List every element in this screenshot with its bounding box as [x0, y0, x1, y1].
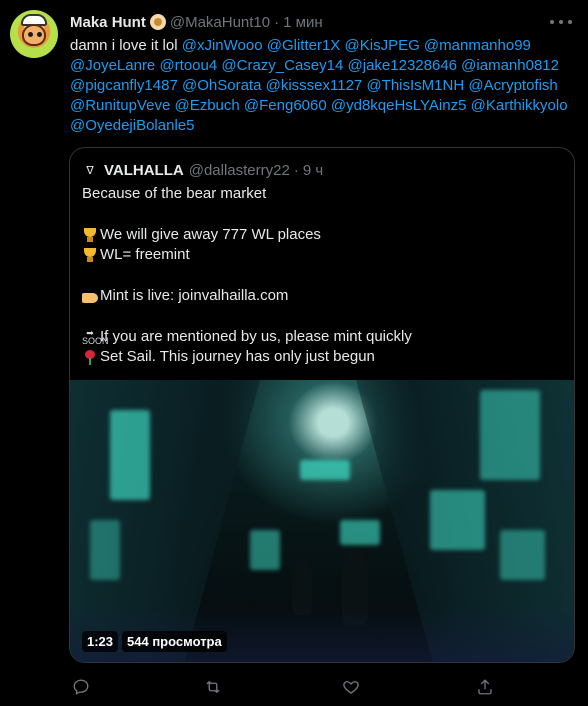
quote-line: Because of the bear market [82, 185, 267, 202]
avatar[interactable] [10, 10, 58, 58]
tweet-text: damn i love it lol @xJinWooo @Glitter1X … [70, 36, 575, 136]
separator-dot: · [293, 161, 299, 179]
author-handle[interactable]: @MakaHunt10 [170, 14, 270, 31]
quoted-author-name[interactable]: VALHALLA [104, 162, 184, 179]
action-bar [0, 676, 588, 698]
quoted-tweet-header: ᐁ VALHALLA @dallasterry22 · 9 ч [82, 160, 323, 180]
share-icon[interactable] [474, 676, 496, 698]
quoted-author-handle[interactable]: @dallasterry22 [189, 162, 290, 179]
quoted-tweet[interactable]: ᐁ VALHALLA @dallasterry22 · 9 ч Because … [69, 147, 575, 663]
quote-line: We will give away 777 WL places [82, 225, 562, 245]
soon-arrow-icon: ➡ SOON [82, 327, 109, 346]
mention-link[interactable]: @Crazy_Casey14 [221, 57, 343, 74]
tweet[interactable]: Maka Hunt @MakaHunt10 · 1 мин damn i lov… [0, 0, 588, 706]
quote-line-blank [82, 266, 562, 286]
more-icon[interactable] [550, 14, 572, 30]
quoted-avatar-icon[interactable]: ᐁ [82, 162, 98, 178]
mention-link[interactable]: @xJinWooo [182, 37, 263, 54]
mention-link[interactable]: @rtoou4 [159, 57, 217, 74]
mention-link[interactable]: @OyedejiBolanle5 [70, 117, 194, 134]
mention-link[interactable]: @Glitter1X [267, 37, 341, 54]
quote-line: Set Sail. This journey has only just beg… [82, 347, 562, 367]
quoted-tweet-time[interactable]: 9 ч [303, 162, 323, 179]
mention-link[interactable]: @jake12328646 [348, 57, 457, 74]
mention-link[interactable]: @kisssex1127 [266, 77, 363, 94]
reply-icon[interactable] [70, 676, 92, 698]
video-info: 1:23 544 просмотра [82, 631, 227, 652]
video-views: 544 просмотра [122, 631, 227, 652]
video-duration: 1:23 [82, 631, 119, 652]
separator-dot: · [274, 13, 280, 31]
quote-line-blank [82, 306, 562, 326]
mention-link[interactable]: @ThisIsM1NH [366, 77, 464, 94]
tweet-text-plain: damn i love it lol [70, 37, 178, 54]
mention-link[interactable]: @Feng6060 [244, 97, 327, 114]
quote-line: WL= freemint [82, 245, 562, 265]
author-name[interactable]: Maka Hunt [70, 14, 146, 31]
mention-link[interactable]: @yd8kqeHsLYAinz5 [331, 97, 467, 114]
badge-emoji-icon [149, 14, 166, 30]
heart-icon[interactable] [340, 676, 362, 698]
trophy-icon [82, 247, 98, 263]
retweet-icon[interactable] [202, 676, 224, 698]
quote-line: ➡ SOON If you are mentioned by us, please … [82, 327, 412, 346]
quote-line-blank [82, 204, 562, 224]
tweet-header: Maka Hunt @MakaHunt10 · 1 мин [70, 12, 323, 32]
pointing-hand-icon [82, 292, 98, 303]
mention-link[interactable]: @Ezbuch [174, 97, 239, 114]
tweet-time[interactable]: 1 мин [283, 14, 323, 31]
mention-link[interactable]: @KisJPEG [345, 37, 420, 54]
mention-link[interactable]: @OhSorata [182, 77, 261, 94]
trophy-icon [82, 227, 98, 243]
avatar-face [22, 24, 46, 46]
quoted-tweet-text: Because of the bear market We will give … [82, 184, 562, 368]
mention-link[interactable]: @RunitupVeve [70, 97, 170, 114]
mention-link[interactable]: @Karthikkyolo [471, 97, 568, 114]
mention-link[interactable]: @JoyeLanre [70, 57, 155, 74]
mention-link[interactable]: @Acryptofish [468, 77, 557, 94]
mention-link[interactable]: @pigcanfly1487 [70, 77, 178, 94]
mention-link[interactable]: @iamanh0812 [461, 57, 559, 74]
quote-line: Mint is live: joinvalhailla.com [82, 286, 562, 306]
mention-link[interactable]: @manmanho99 [424, 37, 531, 54]
video-player[interactable]: 1:23 544 просмотра [70, 380, 574, 662]
rose-icon [82, 349, 98, 366]
